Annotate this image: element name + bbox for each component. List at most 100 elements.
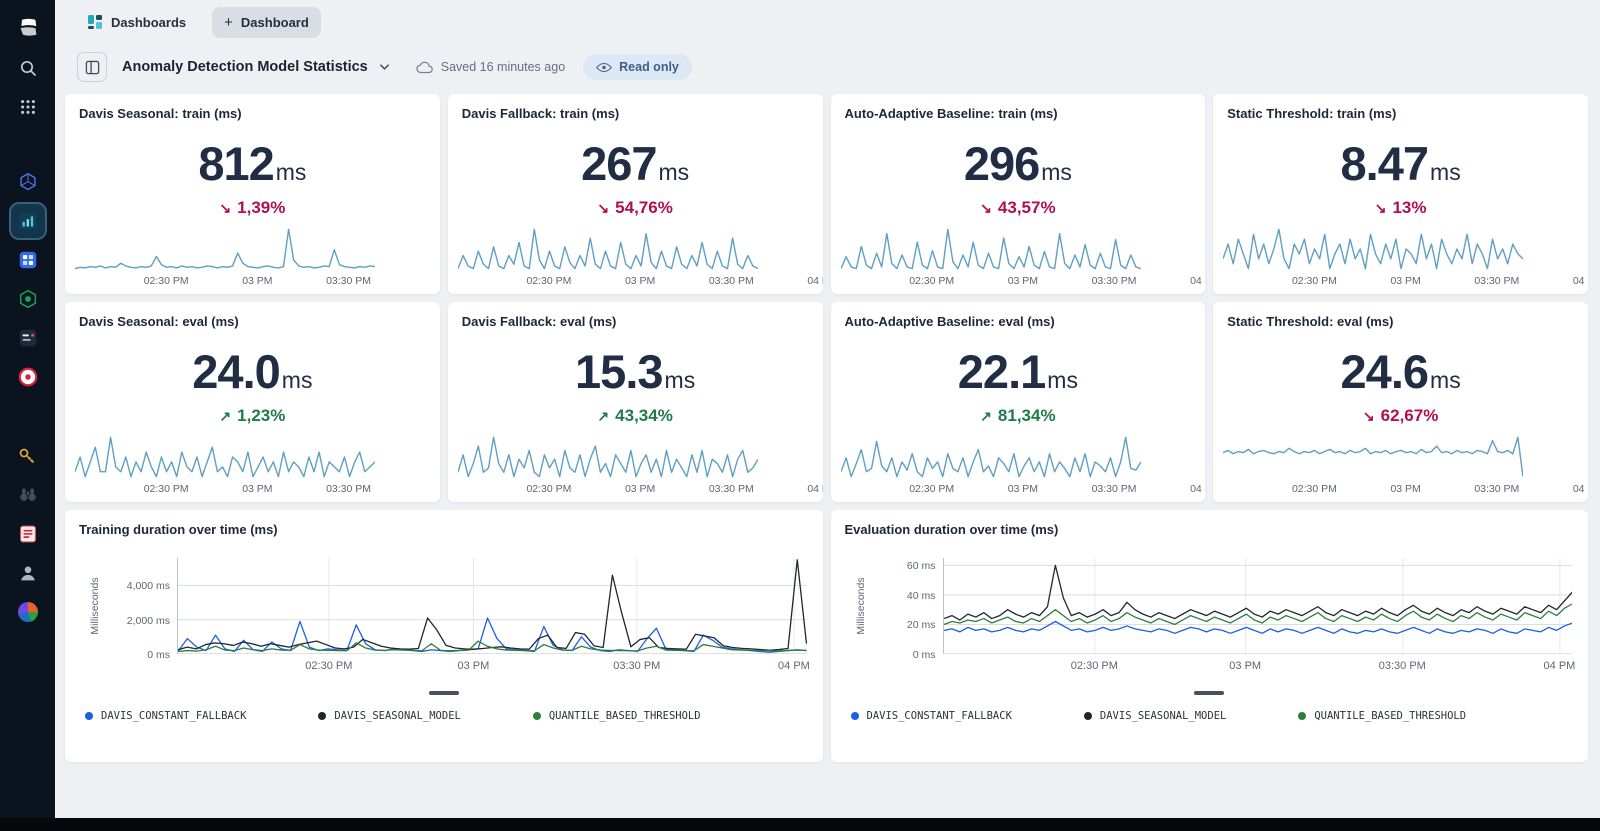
kpi-tile-davis-seasonal-eval[interactable]: Davis Seasonal: eval (ms) 24.0ms ↗1,23% … <box>65 302 440 502</box>
app-icon-clouds[interactable] <box>11 165 45 199</box>
legend-item[interactable]: QUANTILE_BASED_THRESHOLD <box>1298 710 1466 722</box>
dashboard-title: Anomaly Detection Model Statistics <box>122 59 368 75</box>
kpi-unit: ms <box>1430 367 1461 393</box>
trend-arrow-icon: ↘ <box>980 200 992 217</box>
app-icon-problems[interactable] <box>11 360 45 394</box>
app-icon-slo[interactable] <box>11 321 45 355</box>
eye-icon <box>596 62 612 73</box>
legend-item[interactable]: DAVIS_CONSTANT_FALLBACK <box>85 710 246 722</box>
kpi-number: 812 <box>198 137 273 190</box>
kpi-value: 24.0ms <box>65 344 440 399</box>
kpi-number: 24.0 <box>192 345 279 398</box>
kpi-tile-davis-seasonal-train[interactable]: Davis Seasonal: train (ms) 812ms ↘1,39% … <box>65 94 440 294</box>
tile-title: Davis Fallback: eval (ms) <box>448 302 823 329</box>
dashboards-tab-icon <box>87 14 103 30</box>
apps-grid-icon[interactable] <box>11 90 45 124</box>
x-axis-ticks: 02:30 PM03 PM03:30 PM04 PM <box>1223 275 1588 290</box>
tab-dashboards[interactable]: Dashboards <box>75 7 198 37</box>
app-icon-kubernetes[interactable] <box>11 282 45 316</box>
kpi-tile-davis-fallback-train[interactable]: Davis Fallback: train (ms) 267ms ↘54,76%… <box>448 94 823 294</box>
kpi-delta: ↘62,67% <box>1213 406 1588 426</box>
app-icon-notebooks[interactable] <box>11 243 45 277</box>
sparkline-chart <box>75 227 375 271</box>
chart-legend: DAVIS_CONSTANT_FALLBACK DAVIS_SEASONAL_M… <box>851 710 1467 722</box>
dashboard-grid: Davis Seasonal: train (ms) 812ms ↘1,39% … <box>65 94 1588 762</box>
kpi-delta-value: 43,57% <box>998 198 1056 218</box>
chevron-down-icon[interactable] <box>379 63 390 71</box>
dashboard-toolbar: Anomaly Detection Model Statistics Saved… <box>55 44 1600 90</box>
dashboard-panel-button[interactable] <box>77 52 107 82</box>
trend-arrow-icon: ↘ <box>1375 200 1387 217</box>
chart-tile-evaluation-duration[interactable]: Evaluation duration over time (ms) Milli… <box>831 510 1589 762</box>
kpi-number: 8.47 <box>1341 137 1428 190</box>
line-chart[interactable]: 0 ms2,000 ms4,000 ms 02:30 PM03 PM03:30 … <box>177 558 807 654</box>
kpi-number: 296 <box>964 137 1039 190</box>
kpi-delta: ↘ 43,57% <box>831 198 1206 218</box>
kpi-delta-value: 81,34% <box>998 406 1056 426</box>
kpi-delta-value: 43,34% <box>615 406 673 426</box>
x-axis-ticks: 02:30 PM03 PM03:30 PM <box>75 483 440 498</box>
binoculars-icon[interactable] <box>11 478 45 512</box>
kpi-delta: ↗1,23% <box>65 406 440 426</box>
trend-arrow-icon: ↘ <box>597 200 609 217</box>
search-icon[interactable] <box>11 51 45 85</box>
kpi-unit: ms <box>659 159 690 185</box>
kpi-delta: ↘1,39% <box>65 198 440 218</box>
legend-item[interactable]: DAVIS_CONSTANT_FALLBACK <box>851 710 1012 722</box>
legend-dot <box>318 712 326 720</box>
kpi-delta-value: 62,67% <box>1381 406 1439 426</box>
tile-title: Static Threshold: train (ms) <box>1213 94 1588 121</box>
kpi-unit: ms <box>282 367 313 393</box>
usage-pie-icon[interactable] <box>11 595 45 629</box>
tile-title: Davis Seasonal: train (ms) <box>65 94 440 121</box>
sparkline-chart <box>841 227 1141 271</box>
y-axis-label: Milliseconds <box>89 577 101 634</box>
legend-label: DAVIS_SEASONAL_MODEL <box>1100 710 1226 722</box>
tab-label: Dashboard <box>241 15 309 30</box>
kpi-unit: ms <box>276 159 307 185</box>
x-axis-ticks: 02:30 PM03 PM03:30 PM04 PM <box>1223 483 1588 498</box>
sparkline-chart <box>1223 435 1523 479</box>
tile-title: Auto-Adaptive Baseline: train (ms) <box>831 94 1206 121</box>
app-icon-dashboards[interactable] <box>11 204 45 238</box>
kpi-tile-davis-fallback-eval[interactable]: Davis Fallback: eval (ms) 15.3ms ↗43,34%… <box>448 302 823 502</box>
legend-scrollbar[interactable] <box>1194 691 1224 695</box>
app-icon-logs[interactable] <box>11 517 45 551</box>
legend-item[interactable]: DAVIS_SEASONAL_MODEL <box>1084 710 1226 722</box>
legend-item[interactable]: DAVIS_SEASONAL_MODEL <box>318 710 460 722</box>
kpi-value: 812ms <box>65 136 440 191</box>
kpi-tile-auto-adaptive-train[interactable]: Auto-Adaptive Baseline: train (ms) 296ms… <box>831 94 1206 294</box>
legend-dot <box>851 712 859 720</box>
kpi-delta: ↘ 54,76% <box>448 198 823 218</box>
kpi-tile-static-threshold-train[interactable]: Static Threshold: train (ms) 8.47ms ↘13%… <box>1213 94 1588 294</box>
line-chart[interactable]: 0 ms20 ms40 ms60 ms 02:30 PM03 PM03:30 P… <box>943 558 1573 654</box>
kpi-delta: ↗43,34% <box>448 406 823 426</box>
tab-new-dashboard[interactable]: + Dashboard <box>212 7 321 38</box>
read-only-badge[interactable]: Read only <box>583 54 692 80</box>
tile-title: Auto-Adaptive Baseline: eval (ms) <box>831 302 1206 329</box>
kpi-delta-value: 54,76% <box>615 198 673 218</box>
x-axis-ticks: 02:30 PM03 PM03:30 PM04 PM <box>841 275 1206 290</box>
legend-scrollbar[interactable] <box>429 691 459 695</box>
kpi-unit: ms <box>1047 367 1078 393</box>
sparkline-chart <box>1223 227 1523 271</box>
top-tab-bar: Dashboards + Dashboard <box>55 0 1600 44</box>
chart-legend: DAVIS_CONSTANT_FALLBACK DAVIS_SEASONAL_M… <box>85 710 701 722</box>
legend-label: DAVIS_CONSTANT_FALLBACK <box>867 710 1012 722</box>
kpi-delta: ↗81,34% <box>831 406 1206 426</box>
access-key-icon[interactable] <box>11 439 45 473</box>
legend-dot <box>1084 712 1092 720</box>
legend-dot <box>1298 712 1306 720</box>
x-axis-ticks: 02:30 PM03 PM03:30 PM04 PM <box>841 483 1206 498</box>
panel-icon <box>85 60 100 75</box>
kpi-value: 15.3ms <box>448 344 823 399</box>
kpi-tile-static-threshold-eval[interactable]: Static Threshold: eval (ms) 24.6ms ↘62,6… <box>1213 302 1588 502</box>
kpi-unit: ms <box>665 367 696 393</box>
kpi-unit: ms <box>1430 159 1461 185</box>
user-icon[interactable] <box>11 556 45 590</box>
kpi-tile-auto-adaptive-eval[interactable]: Auto-Adaptive Baseline: eval (ms) 22.1ms… <box>831 302 1206 502</box>
legend-item[interactable]: QUANTILE_BASED_THRESHOLD <box>533 710 701 722</box>
chart-tile-training-duration[interactable]: Training duration over time (ms) Millise… <box>65 510 823 762</box>
dynatrace-logo[interactable] <box>11 12 45 46</box>
legend-label: DAVIS_CONSTANT_FALLBACK <box>101 710 246 722</box>
